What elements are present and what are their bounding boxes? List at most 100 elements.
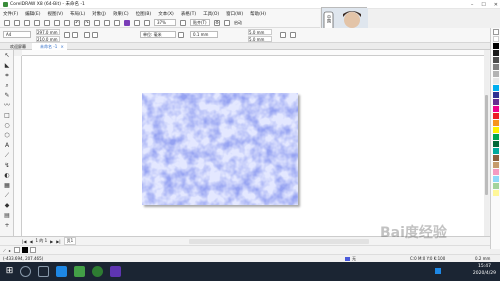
add-tool-icon[interactable]: + [3, 222, 11, 230]
swatch-green[interactable] [493, 134, 499, 140]
swatch-white[interactable] [493, 36, 499, 42]
page-height-field[interactable]: 210.0 mm [36, 36, 60, 42]
swatch-teal[interactable] [493, 148, 499, 154]
parallel-dimension-icon[interactable]: ⟋ [3, 152, 11, 160]
open-icon[interactable] [14, 19, 20, 26]
portrait-icon[interactable] [64, 32, 70, 38]
launch-label[interactable]: 启动 [234, 20, 242, 26]
artistic-media-icon[interactable]: 〰 [3, 102, 11, 110]
connector-tool-icon[interactable]: ↯ [3, 162, 11, 170]
swatch-gray-90[interactable] [493, 50, 499, 56]
eyedropper-icon[interactable]: ⟋ [3, 248, 6, 253]
swatch-orange[interactable] [493, 120, 499, 126]
system-clock[interactable]: 15:47 2020/4/29 [473, 263, 496, 277]
swatch-black[interactable] [493, 43, 499, 49]
close-icon[interactable]: ✕ [494, 2, 498, 8]
page-settings-icon[interactable] [280, 32, 286, 38]
vertical-scrollbar[interactable] [484, 50, 489, 236]
swatch-brown[interactable] [493, 155, 499, 161]
start-icon[interactable]: ⊞ [4, 266, 15, 277]
new-document-icon[interactable] [4, 19, 10, 26]
eyedropper-tool-icon[interactable]: ⟋ [3, 192, 11, 200]
swatch-tan[interactable] [493, 162, 499, 168]
coreldraw-taskbar-icon[interactable] [92, 266, 103, 277]
copy-icon[interactable] [54, 19, 60, 26]
text-tool-icon[interactable]: A [3, 142, 11, 150]
swatch-blue[interactable] [493, 92, 499, 98]
duplicate-y-field[interactable]: 5.0 mm [248, 36, 272, 42]
swatch-light-yellow[interactable] [493, 190, 499, 196]
paste-icon[interactable] [64, 19, 70, 26]
add-page-icon[interactable] [290, 32, 296, 38]
zoom-level-select[interactable]: 37% [154, 19, 176, 26]
all-pages-icon[interactable] [84, 32, 90, 38]
blend-tool-icon[interactable]: ◐ [3, 172, 11, 180]
current-page-icon[interactable] [92, 32, 98, 38]
export-icon[interactable] [114, 19, 120, 26]
scrollbar-thumb[interactable] [485, 95, 488, 195]
shield-app-icon[interactable] [110, 266, 121, 277]
green-app-icon[interactable] [74, 266, 85, 277]
nudge-distance-field[interactable]: 0.1 mm [190, 31, 218, 38]
transparency-tool-icon[interactable]: ▦ [3, 182, 11, 190]
freehand-tool-icon[interactable]: ✎ [3, 92, 11, 100]
import-icon[interactable] [104, 19, 110, 26]
task-view-icon[interactable] [38, 266, 49, 277]
swatch-red[interactable] [493, 113, 499, 119]
page-tab[interactable]: 页1 [63, 237, 77, 245]
textured-page-rectangle[interactable] [142, 93, 298, 205]
menu-file[interactable]: 文件(F) [3, 11, 18, 17]
menu-table[interactable]: 表格(T) [181, 11, 196, 17]
swatch-magenta[interactable] [493, 106, 499, 112]
smart-fill-icon[interactable]: ▤ [3, 212, 11, 220]
first-page-icon[interactable]: |◀ [22, 239, 26, 244]
duplicate-x-field[interactable]: 5.0 mm [248, 29, 272, 35]
menu-tools[interactable]: 工具(O) [203, 11, 219, 17]
options-gear-icon[interactable]: ⚙ [214, 19, 220, 26]
landscape-icon[interactable] [72, 32, 78, 38]
redo-icon[interactable]: ↷ [84, 19, 90, 26]
crop-tool-icon[interactable]: ⌗ [3, 72, 11, 80]
menu-window[interactable]: 窗口(W) [226, 11, 243, 17]
swatch-gray-10[interactable] [493, 78, 499, 84]
print-icon[interactable] [34, 19, 40, 26]
pick-tool-icon[interactable]: ↖ [3, 52, 11, 60]
zoom-tool-icon[interactable]: ⌕ [3, 82, 11, 90]
polygon-tool-icon[interactable]: ⬡ [3, 132, 11, 140]
menu-object[interactable]: 对象(J) [92, 11, 106, 17]
vertical-ruler[interactable] [14, 56, 22, 236]
page-size-select[interactable]: A4 [3, 31, 31, 38]
drawing-canvas[interactable] [22, 56, 484, 236]
swatch-purple[interactable] [493, 99, 499, 105]
minimize-icon[interactable]: – [471, 2, 474, 8]
last-page-icon[interactable]: ▶| [56, 239, 60, 244]
tab-welcome[interactable]: 欢迎屏幕 [2, 43, 29, 50]
swatch-gray-30[interactable] [493, 71, 499, 77]
swatch-light-green[interactable] [493, 183, 499, 189]
page-width-field[interactable]: 297.0 mm [36, 29, 60, 35]
tab-close-icon[interactable]: × [61, 44, 64, 49]
tray-notification-icon[interactable] [435, 268, 441, 274]
undo-icon[interactable]: ↶ [74, 19, 80, 26]
rectangle-tool-icon[interactable]: □ [3, 112, 11, 120]
swatch-pink[interactable] [493, 169, 499, 175]
swatch-yellow[interactable] [493, 127, 499, 133]
doc-black-swatch[interactable] [21, 247, 28, 253]
ellipse-tool-icon[interactable]: ○ [3, 122, 11, 130]
menu-text[interactable]: 文本(X) [158, 11, 174, 17]
maximize-icon[interactable]: ☐ [481, 2, 485, 8]
shape-tool-icon[interactable]: ◣ [3, 62, 11, 70]
menu-bitmap[interactable]: 位图(B) [136, 11, 152, 17]
no-color-swatch[interactable] [493, 29, 499, 35]
corel-connect-icon[interactable] [124, 19, 130, 26]
snap-to-dropdown[interactable]: 贴齐(T) [190, 19, 210, 26]
save-icon[interactable] [24, 19, 30, 26]
media-app-icon[interactable] [56, 266, 67, 277]
tab-untitled[interactable]: 未命名 -1 × [32, 43, 67, 50]
swatch-light-blue[interactable] [493, 176, 499, 182]
full-screen-icon[interactable] [144, 19, 150, 26]
launch-icon[interactable] [224, 19, 230, 26]
units-select[interactable]: 单位: 毫米 [140, 31, 176, 38]
interactive-fill-icon[interactable]: ◆ [3, 202, 11, 210]
menu-edit[interactable]: 编辑(E) [25, 11, 40, 17]
